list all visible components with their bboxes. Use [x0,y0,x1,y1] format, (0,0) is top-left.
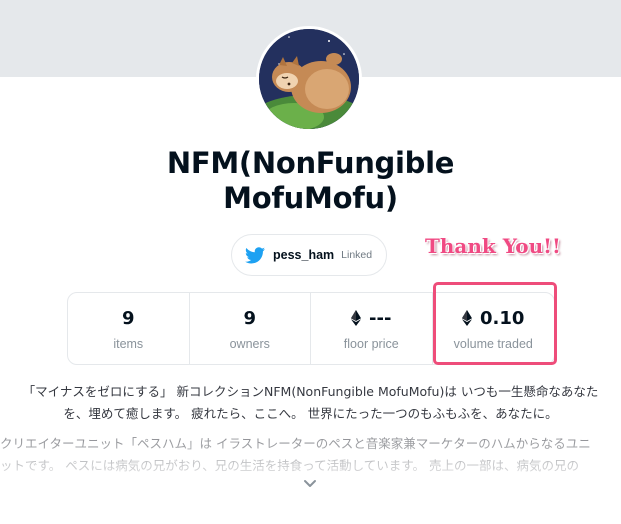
stat-floor-price-number: --- [369,307,392,329]
collection-title: NFM(NonFungible MofuMofu) [0,146,621,216]
twitter-icon [245,246,265,263]
stat-owners[interactable]: 9 owners [190,293,311,364]
collection-avatar [256,26,362,132]
thank-you-annotation: Thank You!! [425,234,561,258]
stat-items[interactable]: 9 items [68,293,190,364]
stat-owners-value: 9 [243,306,256,330]
stat-items-number: 9 [121,307,135,329]
twitter-link-button[interactable]: pess_ham Linked [231,234,387,276]
collection-description: 「マイナスをゼロにする」 新コレクションNFM(NonFungible Mofu… [0,381,621,425]
collection-title-line2: MofuMofu) [223,181,398,215]
collection-stats: 9 items 9 owners --- floor price 0.10 vo… [67,292,555,365]
description-line-3: クリエイターユニット「ペスハム」は イラストレーターのペスと音楽家兼マーケターの… [0,436,591,451]
collection-description-more: クリエイターユニット「ペスハム」は イラストレーターのペスと音楽家兼マーケターの… [0,433,621,477]
eth-icon [351,310,362,326]
stat-volume-traded-value: 0.10 [462,306,524,330]
stat-items-label: items [113,337,144,351]
description-line-2: を、埋めて癒します。 疲れたら、ここへ。 世界にたった一つのもふもふを、あなたに… [63,406,558,421]
stat-volume-traded[interactable]: 0.10 volume traded [433,293,555,364]
stat-floor-price-value: --- [351,306,391,330]
description-line-1: 「マイナスをゼロにする」 新コレクションNFM(NonFungible Mofu… [22,384,599,399]
stat-floor-price[interactable]: --- floor price [311,293,433,364]
eth-icon [462,310,473,326]
stat-floor-price-label: floor price [343,337,399,351]
stat-volume-traded-number: 0.10 [480,307,525,329]
twitter-handle: pess_ham [273,248,335,262]
stat-owners-number: 9 [243,307,257,329]
stat-volume-traded-label: volume traded [453,337,533,351]
description-line-4: ットです。 ペスには病気の兄がおり、兄の生活を持食って活動しています。 売上の一… [0,458,579,473]
collection-title-line1: NFM(NonFungible [166,146,455,180]
linked-status: Linked [341,249,373,261]
stat-items-value: 9 [122,306,135,330]
chevron-down-icon[interactable] [301,478,319,490]
stat-owners-label: owners [229,337,270,351]
